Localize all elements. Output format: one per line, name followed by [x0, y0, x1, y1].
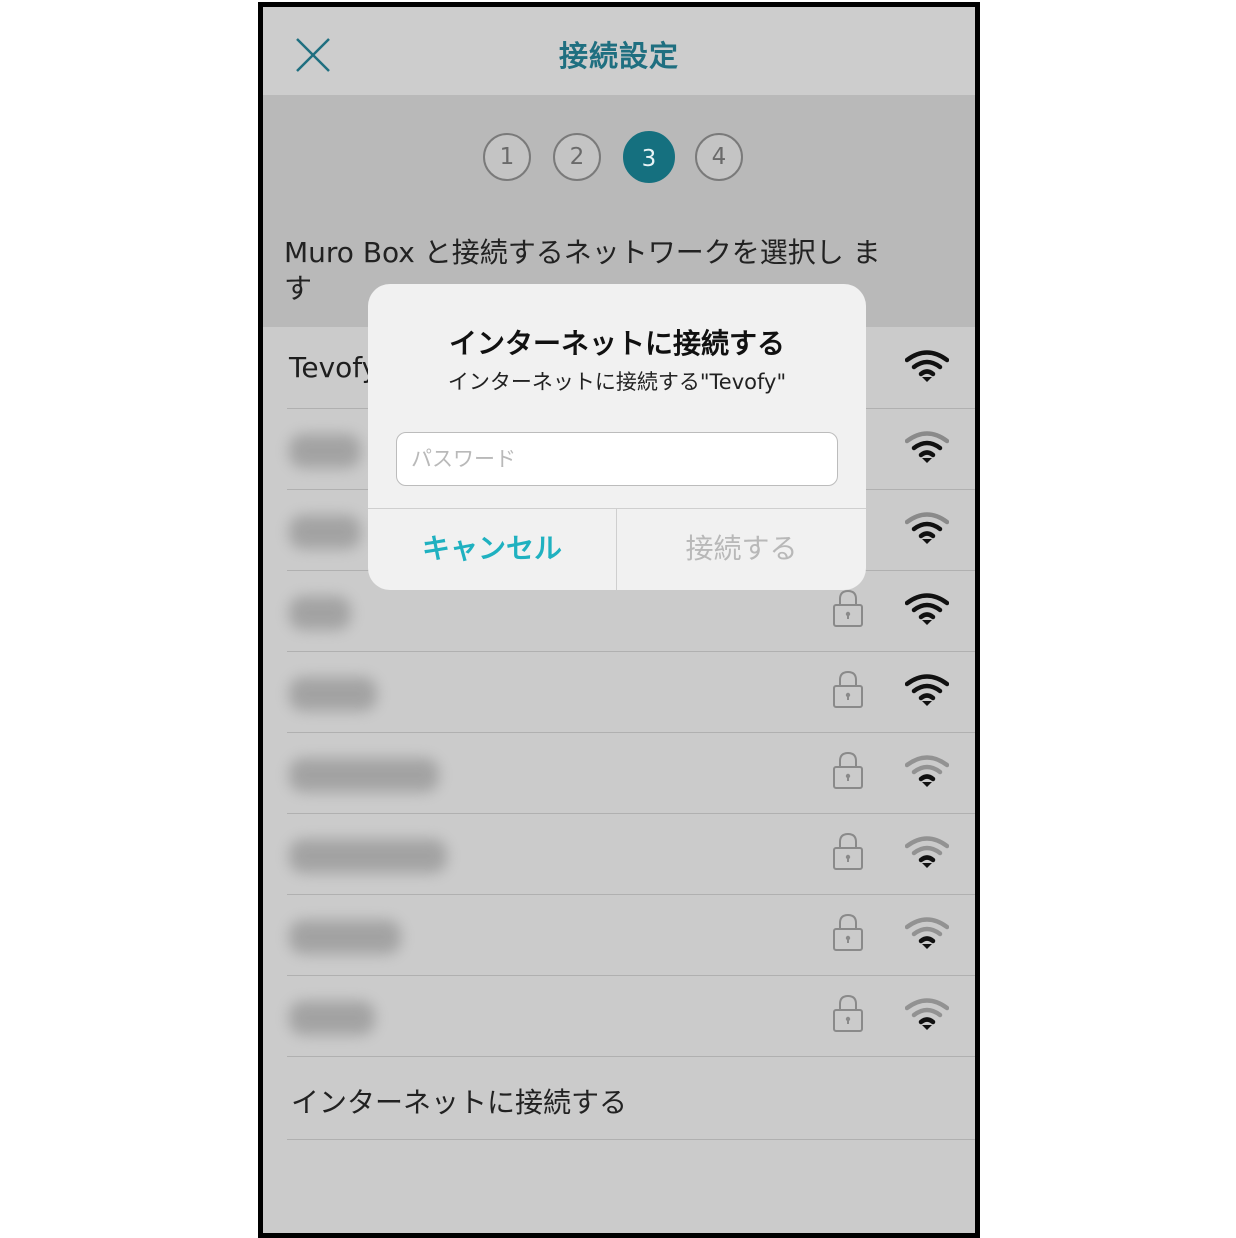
password-input[interactable]: [396, 432, 838, 486]
wifi-strong-icon: [905, 593, 949, 625]
network-name: Tevofy: [289, 351, 379, 384]
network-name-redacted: [289, 1001, 375, 1035]
lock-icon: [833, 670, 863, 708]
step-1: 1: [483, 133, 531, 181]
network-row[interactable]: [287, 732, 975, 814]
lock-icon: [833, 751, 863, 789]
step-4: 4: [695, 133, 743, 181]
wifi-strong-icon: [905, 512, 949, 544]
lock-icon: [833, 913, 863, 951]
network-row[interactable]: [287, 975, 975, 1057]
wifi-strong-icon: [905, 431, 949, 463]
dialog-buttons: キャンセル 接続する: [368, 508, 866, 590]
wifi-strong-icon: [905, 674, 949, 706]
step-3-current: 3: [623, 131, 675, 183]
lock-icon: [833, 994, 863, 1032]
network-row[interactable]: [287, 651, 975, 733]
cancel-button[interactable]: キャンセル: [368, 509, 617, 590]
network-row[interactable]: [287, 894, 975, 976]
lock-icon: [833, 832, 863, 870]
network-name-redacted: [289, 515, 361, 549]
dialog-message: インターネットに接続する"Tevofy": [447, 370, 787, 394]
network-name-redacted: [289, 758, 439, 792]
wifi-password-dialog: インターネットに接続する インターネットに接続する"Tevofy" キャンセル …: [368, 284, 866, 590]
dialog-title: インターネットに接続する: [448, 327, 785, 360]
network-row[interactable]: [287, 813, 975, 895]
network-name-redacted: [289, 677, 377, 711]
other-network-label: インターネットに接続する: [291, 1086, 628, 1119]
step-2: 2: [553, 133, 601, 181]
network-name-redacted: [289, 596, 351, 630]
other-network-row[interactable]: インターネットに接続する: [287, 1059, 975, 1140]
wifi-weak-icon: [905, 917, 949, 949]
wifi-weak-icon: [905, 998, 949, 1030]
network-name-redacted: [289, 839, 447, 873]
navigation-bar: 接続設定: [263, 7, 975, 95]
network-name-redacted: [289, 434, 361, 468]
wifi-weak-icon: [905, 836, 949, 868]
network-name-redacted: [289, 920, 401, 954]
wifi-weak-icon: [905, 755, 949, 787]
page-title: 接続設定: [558, 39, 679, 73]
step-indicator: 1 2 3 4: [483, 131, 753, 187]
lock-icon: [833, 589, 863, 627]
connect-button[interactable]: 接続する: [617, 509, 866, 590]
phone-screen: 接続設定 1 2 3 4 Muro Box と接続するネットワークを選択し ます…: [258, 2, 980, 1238]
wifi-strong-icon: [905, 350, 949, 382]
